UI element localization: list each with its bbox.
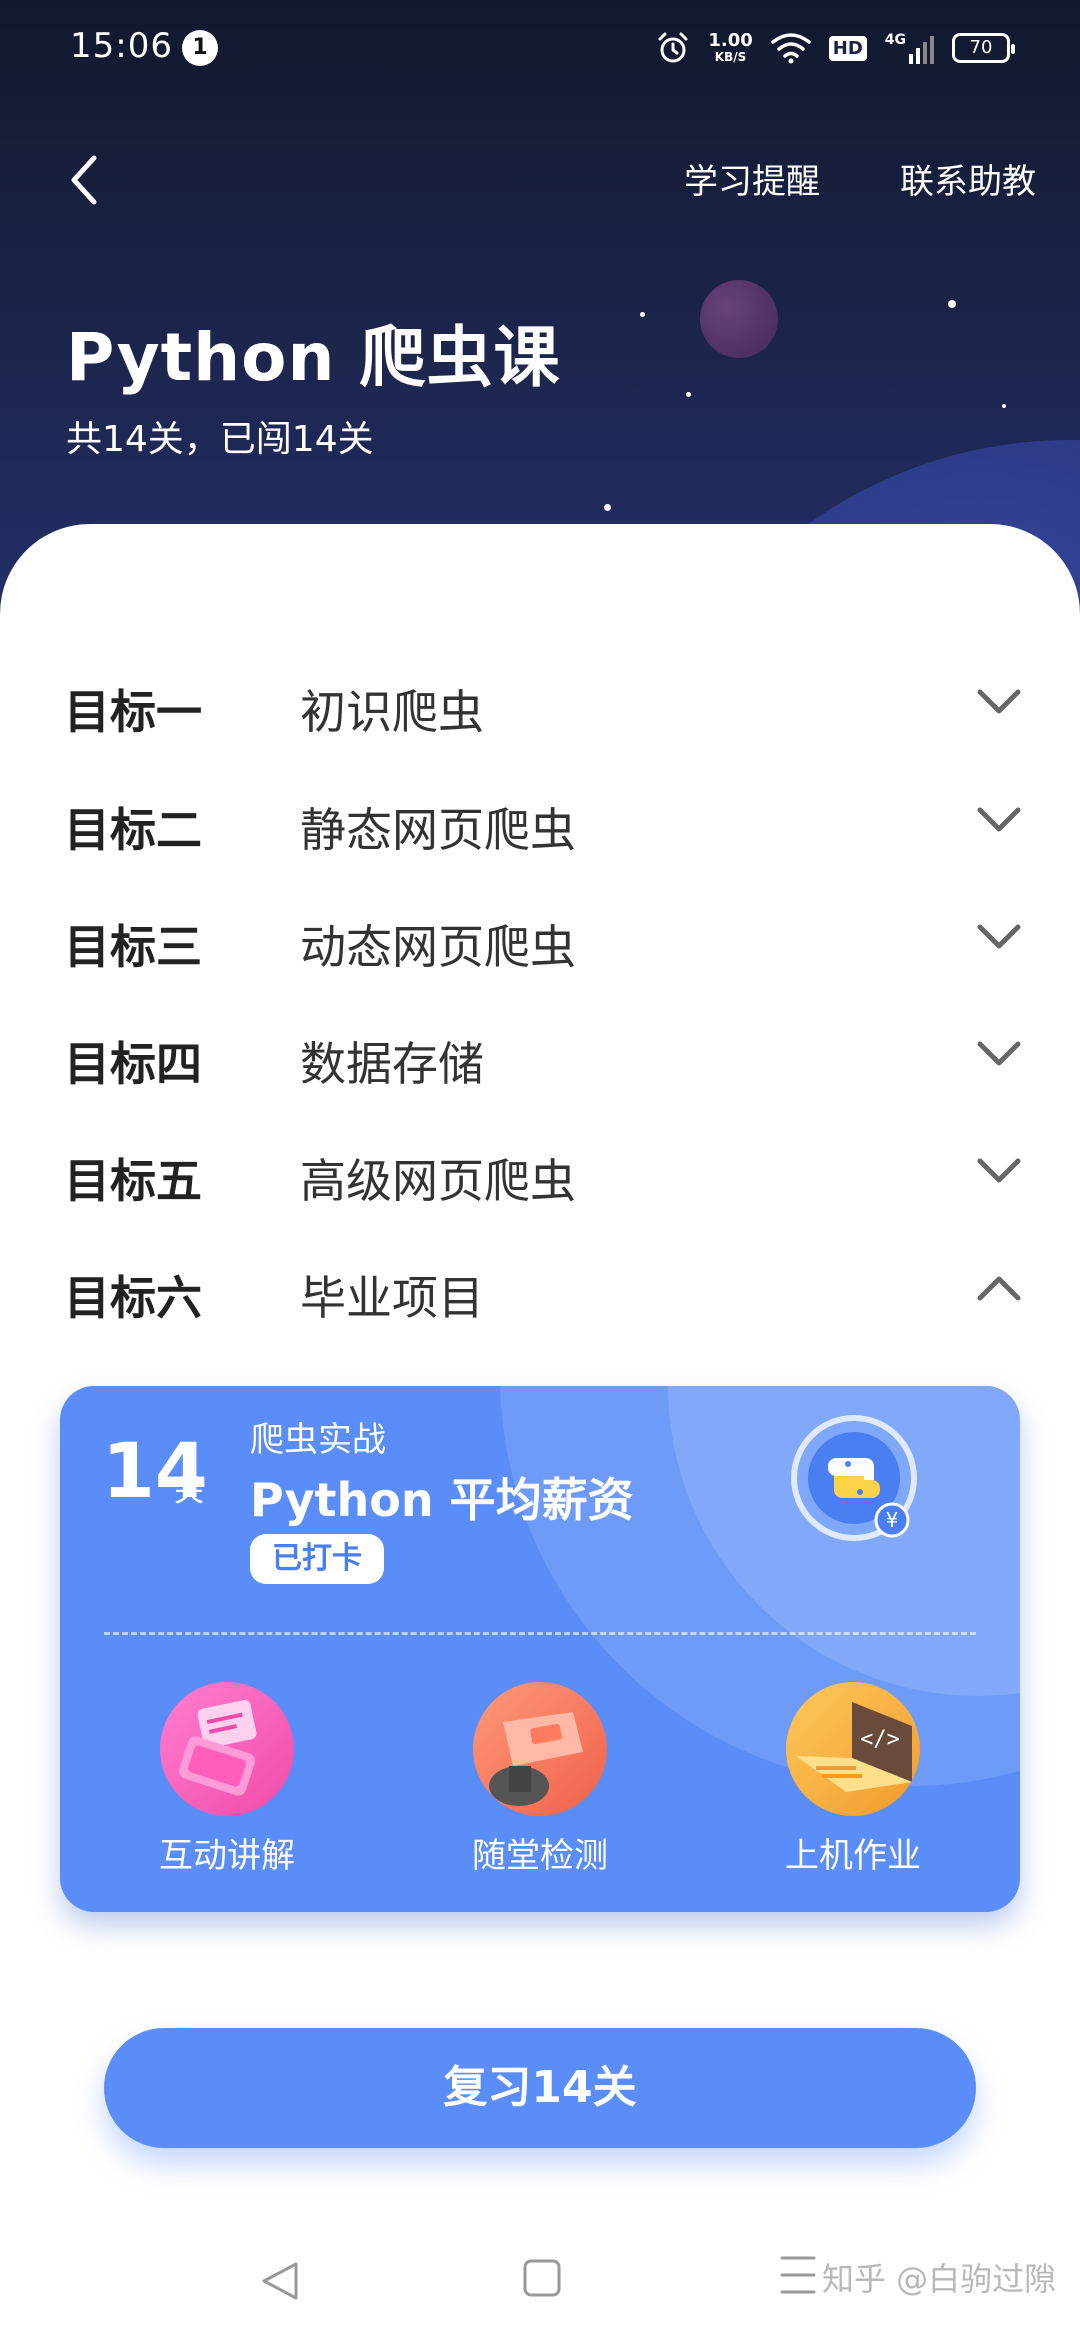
- network-speed-value: 1.00: [708, 30, 753, 51]
- nav-back-icon[interactable]: [256, 2256, 306, 2306]
- quiz-icon: [473, 1682, 607, 1816]
- signal-icon: 4G: [885, 32, 934, 64]
- goal-label: 目标三: [64, 920, 202, 974]
- hd-badge: HD: [828, 35, 867, 61]
- goal-row-2[interactable]: 目标二 静态网页爬虫: [0, 776, 1080, 866]
- goal-name: 数据存储: [300, 1037, 484, 1091]
- star-decoration: [604, 504, 611, 511]
- level-unit: 关: [174, 1474, 204, 1509]
- watermark: 知乎 @白驹过隙: [822, 2260, 1057, 2298]
- card-divider: [104, 1632, 976, 1635]
- contact-assistant-link[interactable]: 联系助教: [900, 154, 1036, 203]
- alarm-icon: [658, 32, 688, 63]
- goal-name: 初识爬虫: [300, 685, 484, 739]
- feature-lab-assignment[interactable]: </> 上机作业: [743, 1682, 963, 1882]
- project-title: Python 平均薪资: [250, 1473, 634, 1527]
- python-salary-icon: ¥: [791, 1415, 917, 1541]
- feature-quiz[interactable]: 随堂检测: [430, 1682, 650, 1882]
- interactive-lecture-icon: [160, 1682, 294, 1816]
- goal-row-5[interactable]: 目标五 高级网页爬虫: [0, 1127, 1080, 1217]
- chevron-down-icon[interactable]: [976, 1036, 1022, 1072]
- lab-assignment-icon: </>: [786, 1682, 920, 1816]
- feature-label: 上机作业: [785, 1836, 921, 1876]
- goal-name: 动态网页爬虫: [300, 920, 576, 974]
- goal-row-3[interactable]: 目标三 动态网页爬虫: [0, 893, 1080, 983]
- star-decoration: [640, 312, 645, 317]
- chevron-down-icon[interactable]: [976, 1153, 1022, 1189]
- goal-label: 目标一: [64, 685, 202, 739]
- star-decoration: [1002, 404, 1006, 408]
- status-bar: 15:06 1 1.00 KB/S HD 4G 70: [0, 0, 1080, 96]
- chevron-down-icon[interactable]: [976, 684, 1022, 720]
- goal-name: 毕业项目: [300, 1271, 484, 1325]
- small-planet-decoration: [700, 280, 778, 358]
- feature-label: 随堂检测: [472, 1836, 608, 1876]
- goal-name: 静态网页爬虫: [300, 803, 576, 857]
- system-navigation-bar: 知乎 @白驹过隙: [0, 2230, 1080, 2340]
- notification-badge: 1: [182, 30, 218, 66]
- goal-row-4[interactable]: 目标四 数据存储: [0, 1010, 1080, 1100]
- study-reminder-link[interactable]: 学习提醒: [684, 154, 820, 203]
- chevron-down-icon[interactable]: [976, 802, 1022, 838]
- goal-label: 目标六: [64, 1271, 202, 1325]
- goal-name: 高级网页爬虫: [300, 1154, 576, 1208]
- feature-interactive-lecture[interactable]: 互动讲解: [117, 1682, 337, 1882]
- network-speed-unit: KB/S: [714, 50, 747, 64]
- graduation-project-card[interactable]: 14 关 爬虫实战 Python 平均薪资 已打卡 ¥ 互动讲解 随堂检测 </…: [60, 1386, 1020, 1912]
- goal-row-1[interactable]: 目标一 初识爬虫: [0, 658, 1080, 748]
- star-decoration: [686, 392, 691, 397]
- feature-label: 互动讲解: [159, 1836, 295, 1876]
- goal-label: 目标二: [64, 803, 202, 857]
- battery-level: 70: [969, 37, 993, 58]
- svg-text:¥: ¥: [886, 1508, 899, 1532]
- network-type: 4G: [884, 32, 906, 48]
- chevron-down-icon[interactable]: [976, 919, 1022, 955]
- goal-label: 目标五: [64, 1154, 202, 1208]
- svg-text:</>: </>: [860, 1727, 900, 1752]
- goal-row-6[interactable]: 目标六 毕业项目: [0, 1244, 1080, 1334]
- nav-menu-icon[interactable]: [778, 2250, 818, 2300]
- chevron-up-icon[interactable]: [976, 1270, 1022, 1306]
- course-progress: 共14关，已闯14关: [66, 419, 374, 460]
- status-icons: 1.00 KB/S HD 4G 70: [656, 24, 1015, 72]
- review-level-button[interactable]: 复习14关: [104, 2028, 976, 2148]
- network-speed: 1.00 KB/S: [708, 30, 753, 65]
- goal-label: 目标四: [64, 1037, 202, 1091]
- nav-home-icon[interactable]: [522, 2258, 562, 2298]
- checked-in-badge: 已打卡: [250, 1534, 384, 1584]
- wifi-icon: [771, 33, 811, 64]
- project-category: 爬虫实战: [250, 1420, 386, 1460]
- status-time: 15:06: [70, 26, 173, 66]
- course-title: Python 爬虫课: [66, 319, 561, 396]
- back-arrow-icon[interactable]: [60, 148, 110, 212]
- battery-icon: 70: [952, 33, 1015, 63]
- star-decoration: [948, 300, 956, 308]
